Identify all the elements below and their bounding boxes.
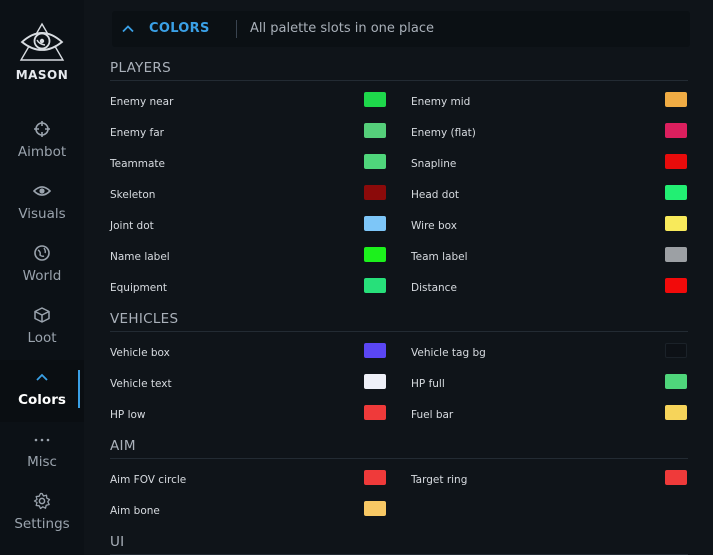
color-swatch[interactable]	[665, 123, 687, 138]
color-swatch[interactable]	[364, 185, 386, 200]
active-indicator	[78, 370, 80, 408]
logo-text: MASON	[15, 68, 69, 82]
gear-icon	[0, 492, 84, 512]
color-label: Snapline	[411, 158, 457, 170]
color-label: Vehicle text	[110, 378, 172, 390]
sidebar-item-label: Misc	[27, 454, 57, 470]
sidebar-item-visuals[interactable]: Visuals	[0, 174, 84, 236]
ellipsis-icon	[0, 430, 84, 450]
color-label: Aim FOV circle	[110, 474, 187, 486]
sidebar-item-settings[interactable]: Settings	[0, 484, 84, 546]
color-swatch[interactable]	[364, 343, 386, 358]
section-title-players: PLAYERS	[110, 60, 688, 81]
color-swatch[interactable]	[665, 247, 687, 262]
sidebar-item-label: Settings	[14, 516, 70, 532]
color-swatch[interactable]	[665, 343, 687, 358]
color-label: Teammate	[110, 158, 165, 170]
color-swatch[interactable]	[364, 154, 386, 169]
sidebar-item-label: Visuals	[18, 206, 66, 222]
sidebar-item-label: Aimbot	[17, 144, 67, 160]
color-label: Joint dot	[110, 220, 154, 232]
section-header[interactable]: COLORS All palette slots in one place	[112, 11, 690, 47]
sidebar-item-world[interactable]: World	[0, 236, 84, 298]
color-label: Skeleton	[110, 189, 156, 201]
color-label: Distance	[411, 282, 457, 294]
color-label: Aim bone	[110, 505, 160, 517]
color-swatch[interactable]	[665, 374, 687, 389]
sidebar: MASON Aimbot Visuals World Loot Colors M…	[0, 0, 84, 555]
color-swatch[interactable]	[665, 216, 687, 231]
chevron-up-icon	[0, 368, 84, 388]
color-swatch[interactable]	[665, 405, 687, 420]
sidebar-item-label: Colors	[18, 392, 66, 408]
color-label: Target ring	[411, 474, 468, 486]
color-swatch[interactable]	[364, 470, 386, 485]
color-swatch[interactable]	[364, 374, 386, 389]
color-swatch[interactable]	[364, 278, 386, 293]
color-swatch[interactable]	[364, 247, 386, 262]
color-label: Vehicle box	[110, 347, 170, 359]
section-title-aim: AIM	[110, 438, 688, 459]
color-label: HP low	[110, 409, 146, 421]
color-label: Wire box	[411, 220, 457, 232]
section-title-ui: UI	[110, 534, 688, 555]
header-subtitle: All palette slots in one place	[250, 21, 435, 36]
color-swatch[interactable]	[364, 405, 386, 420]
sidebar-item-label: Loot	[27, 330, 57, 346]
color-label: Team label	[411, 251, 468, 263]
sidebar-item-aimbot[interactable]: Aimbot	[0, 112, 84, 174]
color-swatch[interactable]	[665, 154, 687, 169]
main-panel: COLORS All palette slots in one place PL…	[92, 0, 713, 555]
color-label: Fuel bar	[411, 409, 454, 421]
color-swatch[interactable]	[364, 92, 386, 107]
color-swatch[interactable]	[665, 92, 687, 107]
color-label: Name label	[110, 251, 170, 263]
color-label: Enemy mid	[411, 96, 471, 108]
logo: MASON	[0, 22, 84, 82]
section-title-vehicles: VEHICLES	[110, 311, 688, 332]
color-swatch[interactable]	[364, 216, 386, 231]
sidebar-item-loot[interactable]: Loot	[0, 298, 84, 360]
color-label: Vehicle tag bg	[411, 347, 486, 359]
crosshair-icon	[0, 120, 84, 140]
color-label: Enemy near	[110, 96, 174, 108]
color-label: Enemy (flat)	[411, 127, 476, 139]
color-swatch[interactable]	[364, 123, 386, 138]
color-label: HP full	[411, 378, 445, 390]
color-swatch[interactable]	[665, 278, 687, 293]
color-label: Head dot	[411, 189, 459, 201]
color-swatch[interactable]	[665, 470, 687, 485]
sidebar-item-label: World	[22, 268, 62, 284]
color-swatch[interactable]	[665, 185, 687, 200]
header-divider	[236, 20, 237, 38]
color-swatch[interactable]	[364, 501, 386, 516]
color-label: Equipment	[110, 282, 167, 294]
eye-logo-icon	[19, 22, 65, 61]
eye-icon	[0, 182, 84, 202]
header-title: COLORS	[149, 21, 210, 36]
chevron-up-icon[interactable]	[121, 21, 135, 40]
color-label: Enemy far	[110, 127, 164, 139]
box-icon	[0, 306, 84, 326]
sidebar-item-misc[interactable]: Misc	[0, 422, 84, 484]
globe-icon	[0, 244, 84, 264]
sidebar-item-colors[interactable]: Colors	[0, 360, 84, 422]
